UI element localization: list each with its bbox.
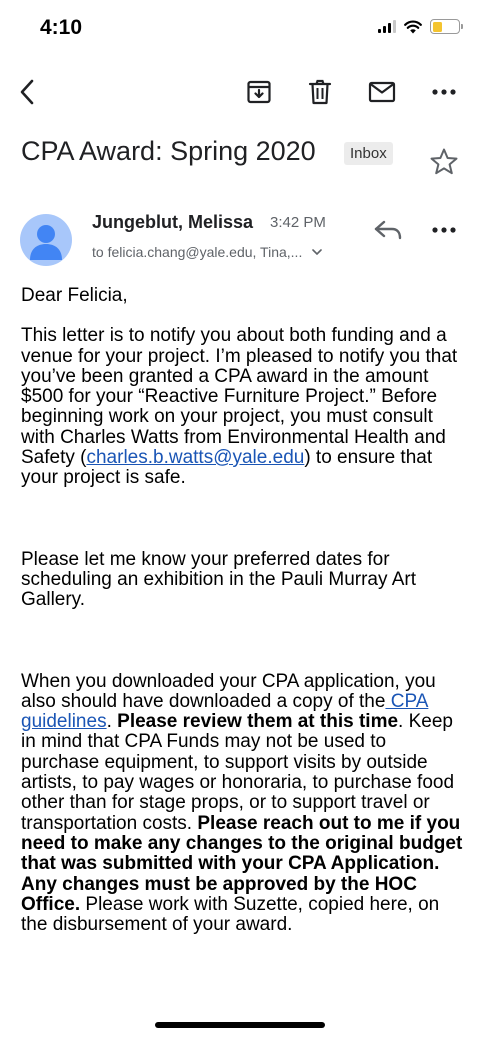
body-paragraph-2: Please let me know your preferred dates … [21, 548, 417, 611]
archive-icon [247, 80, 271, 104]
status-time: 4:10 [40, 16, 83, 39]
more-button[interactable] [426, 74, 462, 110]
email-body: Dear Felicia, This letter is to notify y… [21, 285, 469, 936]
mail-icon [368, 81, 396, 103]
wifi-icon [404, 20, 422, 33]
recipients-text: to felicia.chang@yale.edu, Tina,... [92, 244, 303, 260]
archive-button[interactable] [241, 74, 277, 110]
avatar-person-icon [30, 225, 62, 260]
email-subject: CPA Award: Spring 2020 [21, 136, 316, 166]
greeting: Dear Felicia, [21, 285, 128, 306]
star-icon[interactable] [428, 146, 460, 178]
home-indicator [155, 1022, 325, 1028]
signal-icon [378, 20, 396, 33]
reply-icon[interactable] [370, 214, 406, 246]
p3-bold-1: Please review them at this time [117, 711, 399, 733]
battery-icon [430, 19, 463, 34]
email-time: 3:42 PM [270, 214, 326, 231]
toolbar [0, 68, 480, 118]
avatar[interactable] [20, 214, 72, 266]
inbox-label-badge[interactable]: Inbox [344, 142, 393, 165]
back-button[interactable] [10, 74, 46, 110]
mark-unread-button[interactable] [364, 74, 400, 110]
email-link[interactable]: charles.b.watts@yale.edu [86, 447, 304, 468]
trash-icon [308, 79, 332, 105]
message-more-button[interactable] [426, 214, 462, 246]
more-icon [432, 227, 456, 233]
body-paragraph-3: When you downloaded your CPA application… [21, 670, 469, 936]
delete-button[interactable] [302, 74, 338, 110]
p3-text-b: . [106, 711, 118, 733]
back-arrow-icon [20, 79, 34, 105]
status-bar: 4:10 [0, 0, 480, 58]
recipients-toggle[interactable]: to felicia.chang@yale.edu, Tina,... [92, 244, 323, 260]
p3-text-a: When you downloaded your CPA application… [21, 670, 436, 712]
more-icon [432, 89, 456, 95]
sender-name: Jungeblut, Melissa [92, 212, 254, 232]
status-icons [378, 19, 463, 34]
chevron-down-icon [312, 249, 323, 255]
p3-text-d: Please work with Suzette, copied here, o… [21, 893, 440, 936]
body-paragraph-1: This letter is to notify you about both … [21, 326, 469, 488]
